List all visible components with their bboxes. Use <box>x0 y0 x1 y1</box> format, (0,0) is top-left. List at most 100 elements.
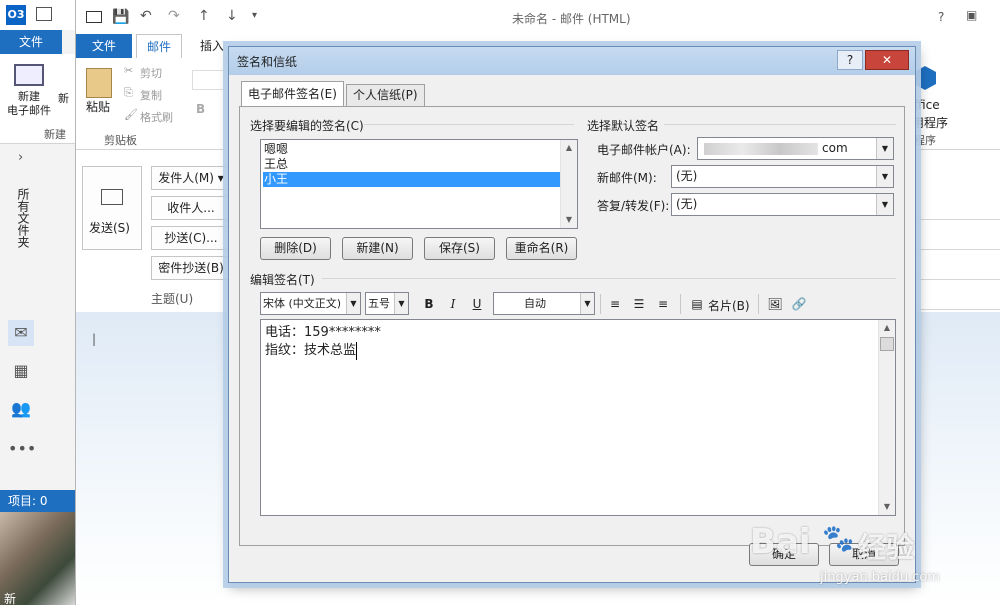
arrow-up-icon[interactable]: ↑ <box>198 8 210 24</box>
compose-titlebar: 💾 ↶ ↷ ↑ ↓ ▾ 未命名 - 邮件 (HTML) ? ▣ <box>76 0 1000 34</box>
tab-message[interactable]: 邮件 <box>136 34 183 58</box>
signature-item[interactable]: 嗯嗯 <box>263 142 561 157</box>
new-button[interactable]: 新建(N) <box>342 237 413 260</box>
business-card-button[interactable]: 名片(B) <box>708 297 750 314</box>
save-button[interactable]: 保存(S) <box>424 237 495 260</box>
office-apps-label-1[interactable]: ffice <box>914 98 940 112</box>
rename-button[interactable]: 重命名(R) <box>506 237 577 260</box>
reply-forward-select[interactable]: (无) ▼ <box>671 193 894 216</box>
signature-line-phone: 电话：159******** <box>265 325 381 340</box>
cc-field[interactable] <box>912 226 1000 250</box>
scroll-up-icon[interactable]: ▲ <box>561 140 577 156</box>
chevron-down-icon[interactable]: ▼ <box>580 293 594 314</box>
delete-button[interactable]: 删除(D) <box>260 237 331 260</box>
redo-icon[interactable]: ↷ <box>168 8 180 24</box>
dialog-title: 签名和信纸 <box>237 55 298 69</box>
more-icon[interactable]: ••• <box>8 436 36 462</box>
underline-button[interactable]: U <box>466 294 488 314</box>
editor-scrollbar[interactable]: ▲ ▼ <box>878 320 895 515</box>
customize-qat-icon[interactable]: ▾ <box>252 10 257 21</box>
chevron-down-icon[interactable]: ▼ <box>394 293 408 314</box>
outlook-main-window: O3 文件 新建 电子邮件 新 新建 › 所有文件夹 ✉ ▦ 👥 ••• 项目:… <box>0 0 75 606</box>
hyperlink-icon[interactable]: 🔗 <box>788 294 810 314</box>
copy-button[interactable]: 复制 <box>140 87 162 103</box>
scroll-down-icon[interactable]: ▼ <box>561 212 577 228</box>
to-button[interactable]: 收件人... <box>151 196 231 220</box>
office-apps-label-2[interactable]: 用程序 <box>912 114 948 131</box>
chevron-down-icon[interactable]: ▼ <box>346 293 360 314</box>
business-card-icon[interactable]: ▤ <box>686 294 708 314</box>
font-box-bg <box>192 70 232 90</box>
tab-email-signature[interactable]: 电子邮件签名(E) <box>241 81 344 107</box>
ribbon-display-icon[interactable]: ▣ <box>966 8 977 22</box>
tab-file[interactable]: 文件 <box>76 34 132 58</box>
edit-signature-label: 编辑签名(T) <box>250 273 315 287</box>
paste-button-label[interactable]: 粘贴 <box>86 98 110 115</box>
font-color-select[interactable]: 自动 ▼ <box>493 292 595 315</box>
people-icon[interactable]: 👥 <box>8 396 34 422</box>
redacted-account <box>704 143 818 155</box>
format-painter-button[interactable]: 格式刷 <box>140 109 173 125</box>
all-folders-label[interactable]: 所有文件夹 <box>16 188 30 248</box>
signature-item-selected[interactable]: 小王 <box>263 172 561 187</box>
scissors-icon[interactable]: ✂ <box>124 64 133 77</box>
tab-personal-stationery[interactable]: 个人信纸(P) <box>346 84 425 106</box>
watermark-url: jingyan.baidu.com <box>820 570 940 585</box>
bold-icon[interactable]: B <box>196 102 205 116</box>
font-select[interactable]: 宋体 (中文正文) ▼ <box>260 292 361 315</box>
bcc-button[interactable]: 密件抄送(B) <box>151 256 231 280</box>
format-painter-icon[interactable]: 🖌 <box>124 108 138 121</box>
watermark-brand-2: 经验 <box>858 531 915 564</box>
from-button[interactable]: 发件人(M) ▾ <box>151 166 231 190</box>
chevron-down-icon[interactable]: ▼ <box>876 194 893 215</box>
size-select[interactable]: 五号 ▼ <box>365 292 409 315</box>
send-button[interactable]: 发送(S) <box>82 166 142 250</box>
outlook-app-icon[interactable]: O3 <box>6 5 26 25</box>
chevron-down-icon[interactable]: ▼ <box>876 138 893 159</box>
dialog-help-button[interactable]: ? <box>837 50 863 70</box>
new-items-button-label[interactable]: 新 <box>58 90 69 106</box>
undo-icon[interactable]: ↶ <box>140 8 152 24</box>
arrow-down-icon[interactable]: ↓ <box>226 8 238 24</box>
insert-picture-icon[interactable]: 🖼 <box>764 294 786 314</box>
mail-icon[interactable]: ✉ <box>8 320 34 346</box>
cc-button[interactable]: 抄送(C)... <box>151 226 231 250</box>
italic-button[interactable]: I <box>442 294 464 314</box>
cut-text: 新 <box>4 592 17 606</box>
signature-list[interactable]: 嗯嗯 王总 小王 ▲ ▼ <box>260 139 578 229</box>
subject-field[interactable] <box>912 288 1000 310</box>
paste-icon[interactable] <box>86 68 112 98</box>
dialog-close-button[interactable]: ✕ <box>865 50 909 70</box>
main-titlebar: O3 <box>0 0 75 30</box>
scroll-thumb[interactable] <box>880 337 894 351</box>
chevron-right-icon[interactable]: › <box>18 150 23 165</box>
signature-list-scrollbar[interactable]: ▲ ▼ <box>560 140 577 228</box>
office-apps-icon[interactable] <box>914 66 936 90</box>
reply-forward-label: 答复/转发(F): <box>597 199 670 213</box>
help-icon[interactable]: ? <box>938 10 944 24</box>
bold-button[interactable]: B <box>418 294 440 314</box>
bcc-field[interactable] <box>912 256 1000 280</box>
signature-item[interactable]: 王总 <box>263 157 561 172</box>
align-center-icon[interactable]: ☰ <box>628 294 650 314</box>
signature-text: 电话：159******** 指纹：技术总监 <box>265 324 381 360</box>
main-file-tab[interactable]: 文件 <box>0 30 62 54</box>
toolbar-separator <box>758 294 759 314</box>
copy-icon[interactable]: ⎘ <box>124 86 133 100</box>
signature-editor[interactable]: 电话：159******** 指纹：技术总监 ▲ ▼ <box>260 319 896 516</box>
to-field[interactable] <box>912 196 1000 220</box>
account-select[interactable]: com ▼ <box>697 137 894 160</box>
calendar-icon[interactable]: ▦ <box>8 358 34 384</box>
size-value: 五号 <box>368 297 390 310</box>
cut-button[interactable]: 剪切 <box>140 65 162 81</box>
new-email-icon[interactable] <box>14 64 44 86</box>
align-left-icon[interactable]: ≡ <box>604 294 626 314</box>
new-email-button-label[interactable]: 新建 电子邮件 <box>4 90 54 118</box>
window-restore-icon[interactable] <box>36 7 52 21</box>
save-icon[interactable]: 💾 <box>112 9 129 25</box>
group-new-label: 新建 <box>44 128 66 141</box>
scroll-up-icon[interactable]: ▲ <box>879 320 895 336</box>
chevron-down-icon[interactable]: ▼ <box>876 166 893 187</box>
new-message-select[interactable]: (无) ▼ <box>671 165 894 188</box>
align-right-icon[interactable]: ≡ <box>652 294 674 314</box>
